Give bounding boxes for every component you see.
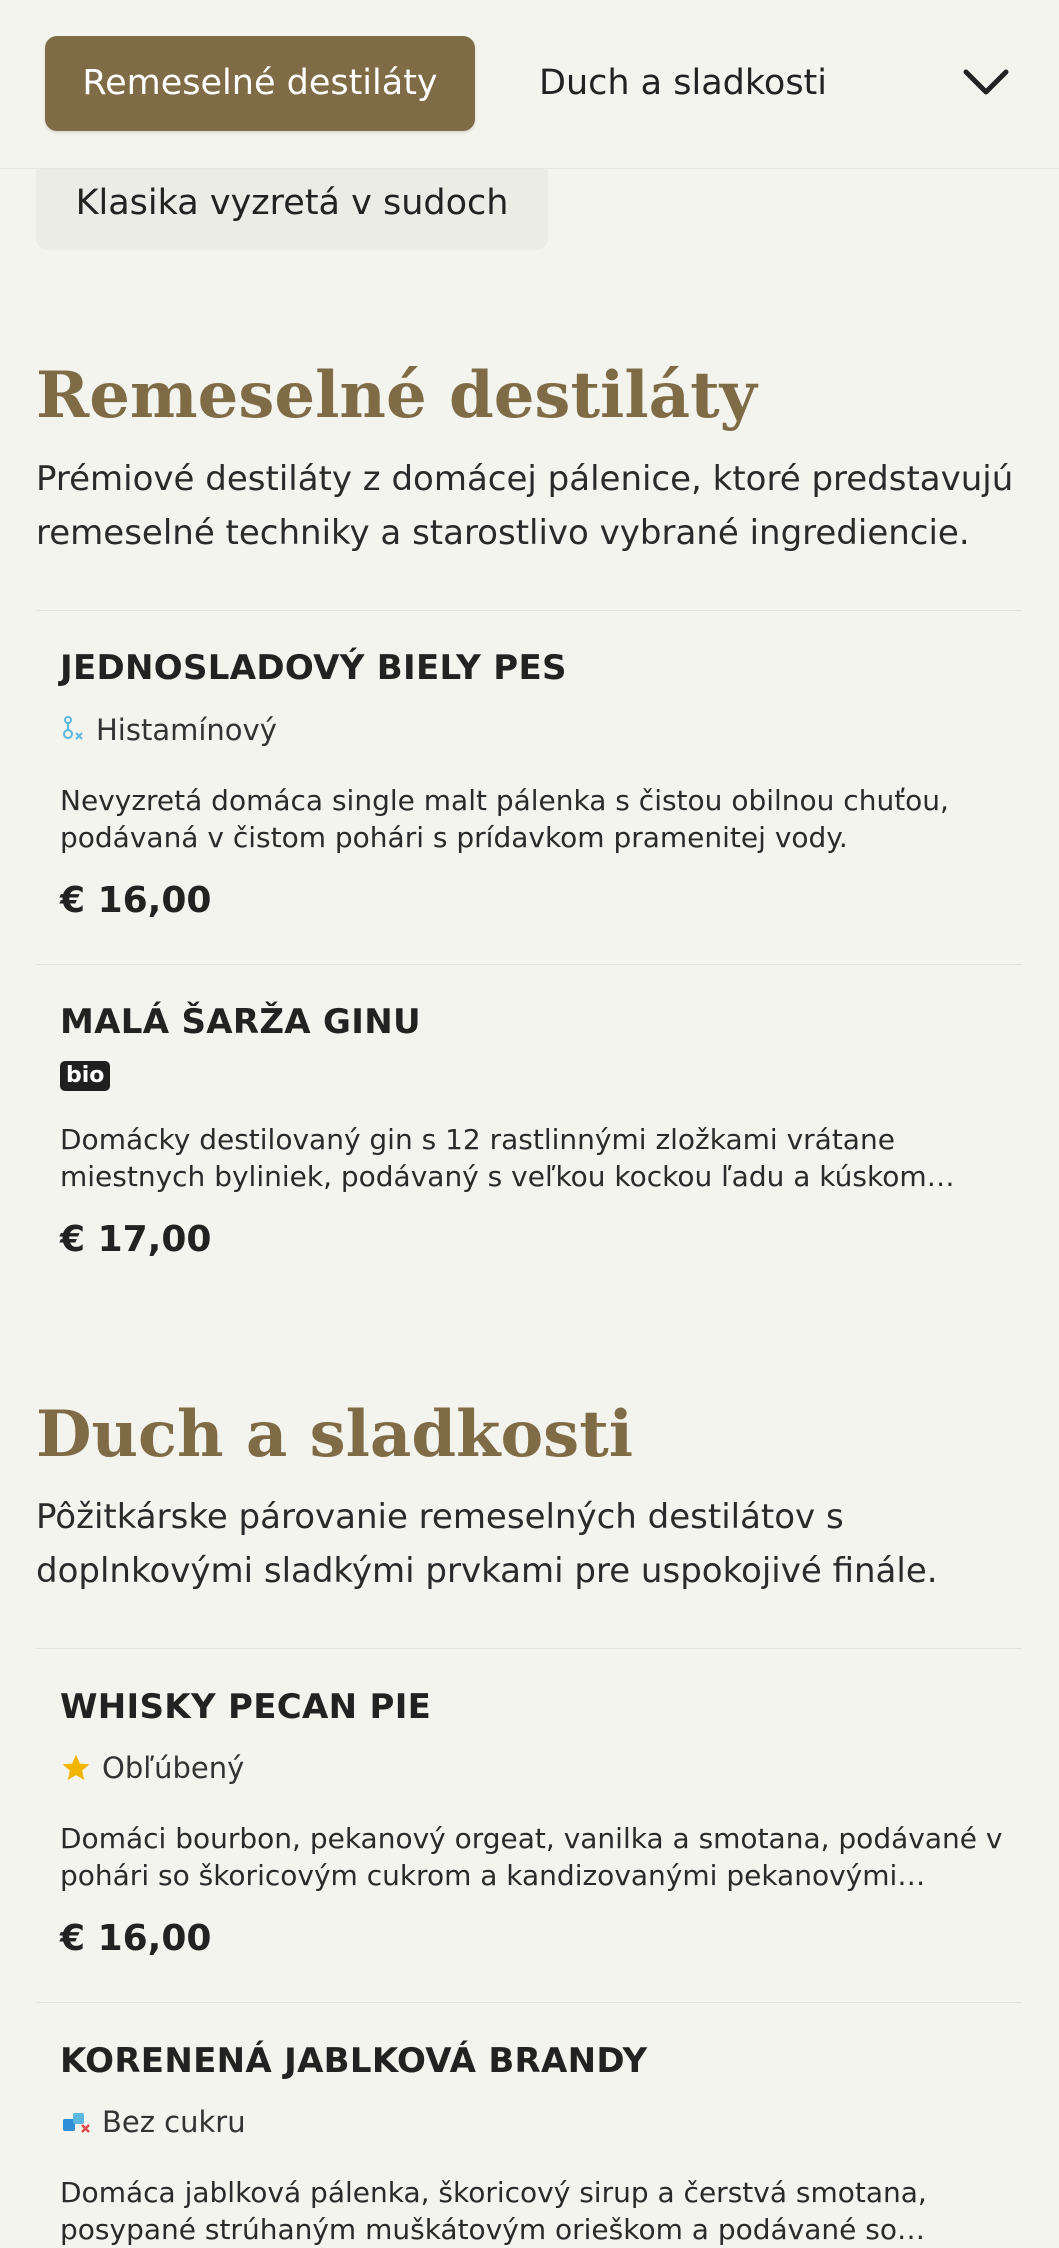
chevron-down-icon[interactable]: [960, 60, 1012, 104]
tab-remeselne-destilaty[interactable]: Remeselné destiláty: [45, 36, 475, 131]
item-price: € 16,00: [60, 880, 212, 921]
item-name: MALÁ ŠARŽA GINU: [60, 1002, 421, 1042]
bio-badge: bio: [60, 1061, 111, 1091]
tab-duch-a-sladkosti[interactable]: Duch a sladkosti: [508, 36, 858, 131]
histamine-icon: [63, 716, 83, 740]
tab-klasika-vyzreta-v-sudoch[interactable]: Klasika vyzretá v sudoch: [36, 168, 548, 250]
section-title: Duch a sladkosti: [36, 1397, 634, 1472]
item-name: WHISKY PECAN PIE: [60, 1687, 432, 1727]
tag-label: Histamínový: [96, 713, 277, 747]
item-tag: Obľúbený: [60, 1750, 244, 1786]
item-tag: Histamínový: [60, 712, 277, 748]
item-description: Domáci bourbon, pekanový orgeat, vanilka…: [60, 1822, 1003, 1892]
item-tag: Bez cukru: [60, 2104, 246, 2140]
divider: [36, 1648, 1022, 1649]
item-price: € 17,00: [60, 1219, 212, 1260]
item-description: Nevyzretá domáca single malt pálenka s č…: [60, 784, 949, 854]
section-description: Prémiové destiláty z domácej pálenice, k…: [36, 459, 1014, 553]
star-icon: [62, 1754, 90, 1780]
divider: [36, 964, 1022, 965]
sugar-free-icon: [63, 2113, 90, 2133]
item-name: JEDNOSLADOVÝ BIELY PES: [60, 648, 567, 688]
category-nav: Remeselné destiláty Duch a sladkosti: [0, 0, 1059, 169]
section-description: Pôžitkárske párovanie remeselných destil…: [36, 1497, 938, 1591]
tag-label: Obľúbený: [102, 1751, 245, 1785]
item-name: KORENENÁ JABLKOVÁ BRANDY: [60, 2041, 648, 2081]
tag-label: Bez cukru: [102, 2105, 246, 2139]
item-price: € 16,00: [60, 1918, 212, 1959]
item-tag: bio: [60, 1058, 111, 1094]
divider: [36, 610, 1022, 611]
item-description: Domáca jablková pálenka, škoricový sirup…: [60, 2176, 927, 2246]
item-description: Domácky destilovaný gin s 12 rastlinnými…: [60, 1123, 955, 1193]
section-title: Remeselné destiláty: [36, 358, 757, 433]
divider: [36, 2002, 1022, 2003]
